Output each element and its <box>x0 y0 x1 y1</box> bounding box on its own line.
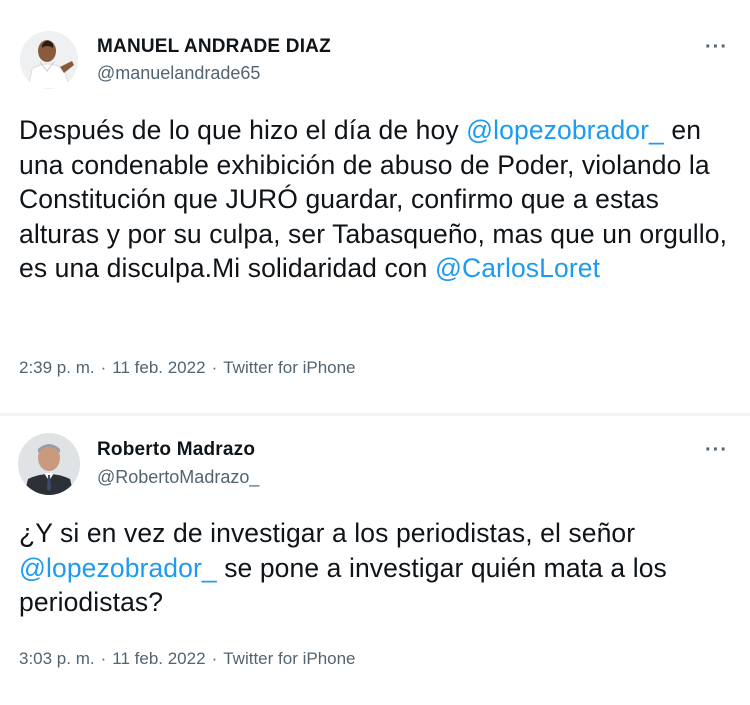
tweet-text-segment: ¿Y si en vez de investigar a los periodi… <box>19 518 636 548</box>
mention-link[interactable]: @lopezobrador_ <box>466 115 664 145</box>
tweet-date[interactable]: 11 feb. 2022 <box>112 358 205 377</box>
tweet-metadata: 2:39 p. m. · 11 feb. 2022 · Twitter for iPho… <box>19 358 356 378</box>
user-handle[interactable]: @RobertoMadrazo_ <box>97 467 259 488</box>
avatar[interactable] <box>18 433 80 495</box>
avatar[interactable] <box>20 31 78 89</box>
tweet-metadata: 3:03 p. m. · 11 feb. 2022 · Twitter for iPho… <box>19 649 356 669</box>
user-handle[interactable]: @manuelandrade65 <box>97 63 260 84</box>
mention-link[interactable]: @lopezobrador_ <box>19 553 217 583</box>
more-options-icon[interactable]: ··· <box>705 37 728 57</box>
tweet-card[interactable]: Roberto Madrazo @RobertoMadrazo_ ··· ¿Y … <box>0 416 750 705</box>
separator-dot: · <box>100 649 107 668</box>
tweet-source[interactable]: Twitter for iPhone <box>223 649 355 668</box>
display-name[interactable]: MANUEL ANDRADE DIAZ <box>97 36 331 58</box>
separator-dot: · <box>100 358 107 377</box>
display-name[interactable]: Roberto Madrazo <box>97 439 255 461</box>
avatar-photo-icon <box>20 31 78 89</box>
more-options-icon[interactable]: ··· <box>705 440 728 460</box>
tweet-text-segment: Después de lo que hizo el día de hoy <box>19 115 467 145</box>
mention-link[interactable]: @CarlosLoret <box>435 253 600 283</box>
tweet-time[interactable]: 2:39 p. m. <box>19 358 95 377</box>
tweet-text: ¿Y si en vez de investigar a los periodi… <box>19 516 734 620</box>
avatar-photo-icon <box>18 433 80 495</box>
separator-dot: · <box>211 358 218 377</box>
tweet-time[interactable]: 3:03 p. m. <box>19 649 95 668</box>
tweet-card[interactable]: MANUEL ANDRADE DIAZ @manuelandrade65 ···… <box>0 0 750 415</box>
tweet-text: Después de lo que hizo el día de hoy @lo… <box>19 113 734 286</box>
separator-dot: · <box>211 649 218 668</box>
tweet-date[interactable]: 11 feb. 2022 <box>112 649 205 668</box>
tweet-source[interactable]: Twitter for iPhone <box>223 358 355 377</box>
